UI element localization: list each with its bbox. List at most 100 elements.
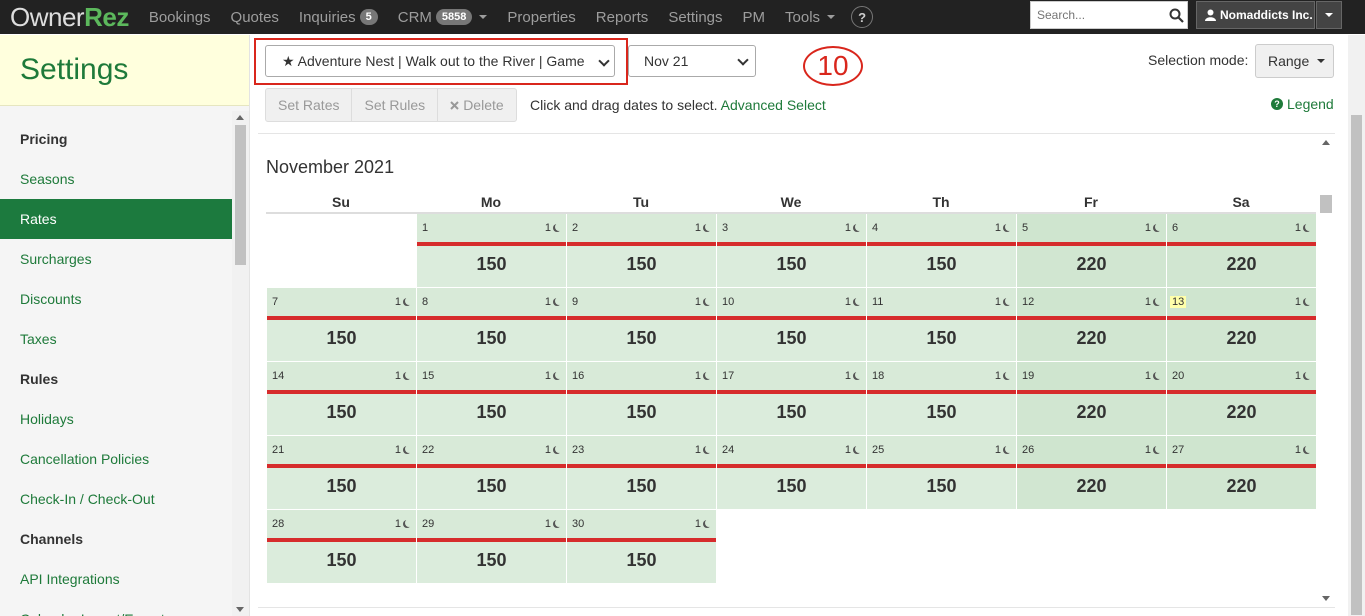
- calendar-day-cell[interactable]: 19 1 220: [1017, 362, 1166, 435]
- calendar-day-cell[interactable]: 10 1 150: [717, 288, 866, 361]
- nightly-rate: 150: [626, 328, 657, 348]
- min-nights-value: 1: [844, 296, 851, 308]
- calendar-day-cell[interactable]: 2 1 150: [567, 214, 716, 287]
- moon-icon: [1155, 445, 1163, 453]
- min-nights: 1: [395, 444, 412, 456]
- nav-reports[interactable]: Reports: [586, 0, 659, 34]
- nav-pm[interactable]: PM: [733, 0, 776, 34]
- scroll-down-icon[interactable]: [236, 607, 244, 612]
- nav-tools[interactable]: Tools: [775, 0, 845, 34]
- sidebar-item-calendar-import-export[interactable]: Calendar Import/Export: [0, 599, 232, 616]
- rule-bar: [267, 316, 416, 320]
- calendar-day-cell[interactable]: 17 1 150: [717, 362, 866, 435]
- day-number: 16: [572, 370, 585, 382]
- moon-icon: [555, 223, 563, 231]
- sidebar-item-cancellation-policies[interactable]: Cancellation Policies: [0, 439, 232, 479]
- sidebar-item-api-integrations[interactable]: API Integrations: [0, 559, 232, 599]
- month-select[interactable]: Nov 21: [628, 45, 756, 77]
- calendar-day-cell[interactable]: 3 1 150: [717, 214, 866, 287]
- question-circle-icon: ?: [1271, 98, 1283, 110]
- calendar-day-cell[interactable]: 27 1 220: [1167, 436, 1316, 509]
- calendar-day-cell[interactable]: 24 1 150: [717, 436, 866, 509]
- sidebar-item-rates[interactable]: Rates: [0, 199, 232, 239]
- page-scrollbar[interactable]: [1348, 35, 1365, 616]
- nav-settings[interactable]: Settings: [658, 0, 732, 34]
- sidebar-item-surcharges[interactable]: Surcharges: [0, 239, 232, 279]
- sidebar-item-taxes[interactable]: Taxes: [0, 319, 232, 359]
- delete-label: Delete: [463, 97, 504, 113]
- min-nights: 1: [545, 518, 562, 530]
- delete-button[interactable]: Delete: [438, 89, 515, 121]
- set-rules-button[interactable]: Set Rules: [352, 89, 439, 121]
- rule-bar: [267, 538, 416, 542]
- search-input[interactable]: [1031, 8, 1165, 22]
- calendar-day-cell[interactable]: 8 1 150: [417, 288, 566, 361]
- calendar-day-cell[interactable]: 28 1 150: [267, 510, 416, 583]
- app-logo[interactable]: OwnerRez: [10, 0, 129, 34]
- calendar-day-cell[interactable]: 6 1 220: [1167, 214, 1316, 287]
- sidebar-item-holidays[interactable]: Holidays: [0, 399, 232, 439]
- scrollbar-thumb[interactable]: [1351, 115, 1362, 615]
- nav-quotes[interactable]: Quotes: [221, 0, 289, 34]
- calendar-day-cell[interactable]: 26 1 220: [1017, 436, 1166, 509]
- min-nights-value: 1: [694, 444, 701, 456]
- user-menu-button[interactable]: Nomaddicts Inc.: [1196, 1, 1315, 29]
- calendar-day-cell[interactable]: 1 1 150: [417, 214, 566, 287]
- advanced-select-link[interactable]: Advanced Select: [721, 97, 826, 113]
- calendar-day-cell[interactable]: 15 1 150: [417, 362, 566, 435]
- help-button[interactable]: ?: [851, 6, 874, 28]
- calendar-day-cell[interactable]: 23 1 150: [567, 436, 716, 509]
- calendar-day-cell[interactable]: 30 1 150: [567, 510, 716, 583]
- nightly-rate: 150: [626, 402, 657, 422]
- calendar-day-cell[interactable]: 14 1 150: [267, 362, 416, 435]
- nav-crm[interactable]: CRM 5858: [388, 0, 498, 34]
- calendar-day-cell[interactable]: 5 1 220: [1017, 214, 1166, 287]
- search-icon[interactable]: [1165, 4, 1187, 26]
- calendar-day-cell[interactable]: 4 1 150: [867, 214, 1016, 287]
- calendar-day-cell[interactable]: 20 1 220: [1167, 362, 1316, 435]
- min-nights: 1: [545, 296, 562, 308]
- nav-bookings[interactable]: Bookings: [139, 0, 221, 34]
- calendar-day-cell[interactable]: 29 1 150: [417, 510, 566, 583]
- day-number: 12: [1022, 296, 1035, 308]
- calendar-day-cell[interactable]: 9 1 150: [567, 288, 716, 361]
- moon-icon: [405, 371, 413, 379]
- nightly-rate: 150: [326, 550, 357, 570]
- nav-inquiries[interactable]: Inquiries 5: [289, 0, 388, 34]
- nav-properties[interactable]: Properties: [497, 0, 585, 34]
- calendar-day-cell[interactable]: 25 1 150: [867, 436, 1016, 509]
- calendar-day-cell[interactable]: 7 1 150: [267, 288, 416, 361]
- scroll-down-icon[interactable]: [1322, 596, 1330, 601]
- calendar-day-cell[interactable]: 11 1 150: [867, 288, 1016, 361]
- user-menu-toggle[interactable]: [1316, 1, 1342, 29]
- calendar-scrollbar[interactable]: [1318, 133, 1334, 608]
- set-rates-button[interactable]: Set Rates: [266, 89, 353, 121]
- sidebar-item-seasons[interactable]: Seasons: [0, 159, 232, 199]
- chevron-down-icon: [479, 15, 488, 19]
- nightly-rate: 150: [476, 550, 507, 570]
- property-select[interactable]: ★ Adventure Nest | Walk out to the River…: [265, 45, 615, 77]
- calendar-day-cell[interactable]: 13 1 220: [1167, 288, 1316, 361]
- calendar-day-cell[interactable]: 18 1 150: [867, 362, 1016, 435]
- nightly-rate: 150: [926, 328, 957, 348]
- calendar-day-cell[interactable]: 21 1 150: [267, 436, 416, 509]
- min-nights: 1: [1295, 222, 1312, 234]
- min-nights-value: 1: [994, 296, 1001, 308]
- legend-link[interactable]: ? Legend: [1271, 96, 1334, 112]
- min-nights: 1: [1145, 222, 1162, 234]
- min-nights: 1: [695, 518, 712, 530]
- scrollbar-thumb[interactable]: [235, 125, 246, 265]
- min-nights-value: 1: [844, 222, 851, 234]
- calendar-day-cell[interactable]: 16 1 150: [567, 362, 716, 435]
- calendar-day-cell[interactable]: 22 1 150: [417, 436, 566, 509]
- sidebar-item-check-in-check-out[interactable]: Check-In / Check-Out: [0, 479, 232, 519]
- calendar-day-cell[interactable]: 12 1 220: [1017, 288, 1166, 361]
- sidebar-scrollbar[interactable]: [232, 111, 249, 616]
- selection-mode-button[interactable]: Range: [1255, 44, 1334, 78]
- sidebar-item-discounts[interactable]: Discounts: [0, 279, 232, 319]
- scroll-up-icon[interactable]: [236, 115, 244, 120]
- scrollbar-thumb[interactable]: [1320, 195, 1332, 213]
- nightly-rate: 220: [1076, 254, 1107, 274]
- scroll-up-icon[interactable]: [1322, 140, 1330, 145]
- moon-icon: [1305, 297, 1313, 305]
